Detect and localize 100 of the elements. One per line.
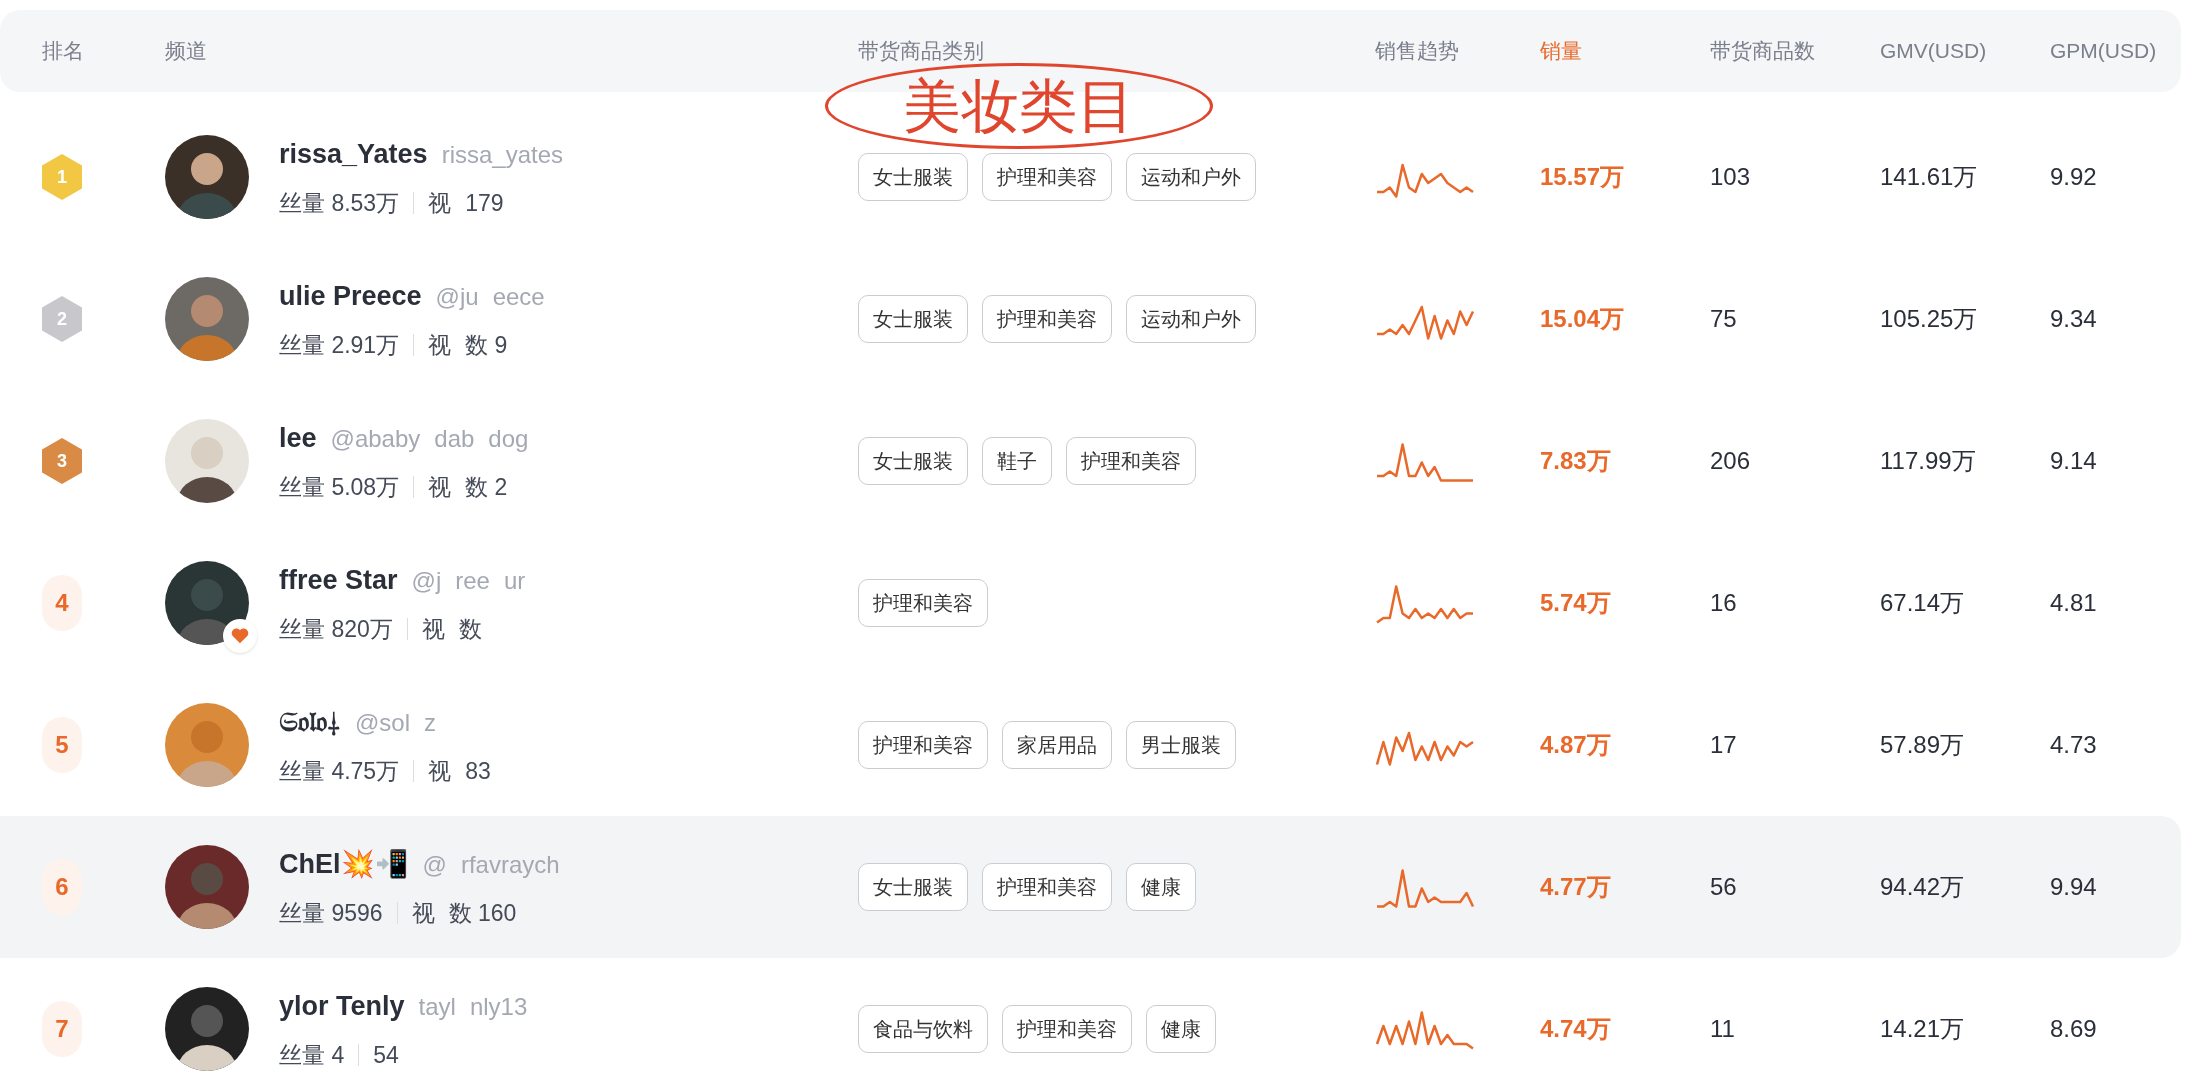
channel-name[interactable]: rissa_Yates — [279, 133, 428, 174]
video-count: 视 — [421, 615, 445, 644]
channel-handle: rissa_yates — [441, 139, 564, 170]
sales-value: 15.57万 — [1540, 162, 1626, 192]
sales-value: 15.04万 — [1540, 304, 1626, 334]
category-tag: 护理和美容 — [982, 153, 1112, 201]
column-header: 频道 — [165, 38, 208, 65]
gpm-value: 8.69 — [2050, 1014, 2098, 1044]
channel-name[interactable]: ulie Preece — [279, 275, 422, 316]
category-tag: 护理和美容 — [982, 295, 1112, 343]
gmv-value: 141.61万 — [1880, 162, 1979, 192]
table-row[interactable]: 6 ChEl💥📲 @ rfavraych 丝量 9596 视 数 160 女士服装 护理和美容 健康 4.77万 56 94.42万 9.94 — [0, 816, 2181, 958]
category-tag: 男士服装 — [1126, 721, 1236, 769]
follower-count: 丝量 820万 — [279, 615, 393, 644]
channel-name[interactable]: ffree Star — [279, 559, 398, 600]
video-count: 数 160 — [448, 899, 517, 928]
sales-value: 4.74万 — [1540, 1014, 1612, 1044]
rank-number: 5 — [42, 717, 82, 773]
gpm-value: 4.73 — [2050, 730, 2098, 760]
category-tag: 女士服装 — [858, 295, 968, 343]
sales-value: 4.77万 — [1540, 872, 1612, 902]
category-tag: 女士服装 — [858, 863, 968, 911]
gmv-value: 57.89万 — [1880, 730, 1966, 760]
category-tag: 健康 — [1126, 863, 1196, 911]
product-count: 56 — [1710, 872, 1738, 902]
video-count: 54 — [373, 1041, 399, 1070]
video-count: 视 — [428, 189, 452, 218]
video-count: 83 — [465, 757, 491, 786]
rank-number: 6 — [42, 859, 82, 915]
category-tag: 护理和美容 — [1066, 437, 1196, 485]
product-count: 17 — [1710, 730, 1738, 760]
channel-name[interactable]: ylor Tenly — [279, 985, 405, 1026]
rank-number: 4 — [42, 575, 82, 631]
gpm-value: 9.34 — [2050, 304, 2098, 334]
rank-number: 7 — [42, 1001, 82, 1057]
gmv-value: 67.14万 — [1880, 588, 1966, 618]
follower-count: 丝量 8.53万 — [279, 189, 400, 218]
channel-handle: ree — [455, 565, 490, 596]
video-count: 视 — [428, 473, 452, 502]
gpm-value: 4.81 — [2050, 588, 2098, 618]
video-count: 视 — [411, 899, 435, 928]
category-tag: 家居用品 — [1002, 721, 1112, 769]
column-header: 销售趋势 — [1375, 38, 1460, 65]
column-header: 带货商品类别 — [858, 38, 985, 65]
category-tag: 食品与饮料 — [858, 1005, 988, 1053]
category-tag: 健康 — [1146, 1005, 1216, 1053]
video-count: 视 — [428, 331, 452, 360]
category-tag: 女士服装 — [858, 153, 968, 201]
video-count: 视 — [428, 757, 452, 786]
column-header: GMV(USD) — [1880, 38, 1988, 65]
channel-name[interactable]: ChEl💥📲 — [279, 843, 409, 884]
follower-count: 丝量 4 — [279, 1041, 345, 1070]
channel-handle: @ju — [435, 281, 479, 312]
sales-value: 7.83万 — [1540, 446, 1612, 476]
follower-count: 丝量 9596 — [279, 899, 383, 928]
follower-count: 丝量 5.08万 — [279, 473, 400, 502]
product-count: 16 — [1710, 588, 1738, 618]
follower-count: 丝量 2.91万 — [279, 331, 400, 360]
channel-handle: dab — [434, 423, 475, 454]
channel-handle: @ — [422, 849, 447, 880]
column-header: 带货商品数 — [1710, 38, 1816, 65]
column-header: 排名 — [42, 38, 85, 65]
category-tag: 运动和户外 — [1126, 295, 1256, 343]
category-tag: 鞋子 — [982, 437, 1052, 485]
channel-name[interactable]: 𝔖𝔬𝔩𝔬⸸ — [279, 701, 341, 742]
channel-handle: tayl — [418, 991, 456, 1022]
category-tag: 女士服装 — [858, 437, 968, 485]
rank-medal: 3 — [42, 438, 82, 484]
column-header: 销量 — [1540, 38, 1583, 65]
gmv-value: 94.42万 — [1880, 872, 1966, 902]
channel-handle: ur — [503, 565, 526, 596]
product-count: 75 — [1710, 304, 1738, 334]
gpm-value: 9.92 — [2050, 162, 2098, 192]
gpm-value: 9.94 — [2050, 872, 2098, 902]
category-tag: 护理和美容 — [858, 579, 988, 627]
product-count: 11 — [1710, 1014, 1736, 1044]
channel-handle: eece — [492, 281, 545, 312]
channel-handle: @ababy — [330, 423, 421, 454]
channel-handle: dog — [488, 423, 529, 454]
channel-handle: rfavraych — [460, 849, 560, 880]
video-count: 数 9 — [465, 331, 508, 360]
channel-name[interactable]: lee — [279, 417, 317, 458]
video-count: 179 — [465, 189, 504, 218]
gmv-value: 14.21万 — [1880, 1014, 1966, 1044]
channel-handle: @j — [411, 565, 442, 596]
category-tag: 护理和美容 — [1002, 1005, 1132, 1053]
follower-count: 丝量 4.75万 — [279, 757, 400, 786]
video-count: 数 — [458, 615, 482, 644]
gmv-value: 105.25万 — [1880, 304, 1979, 334]
channel-handle: nly13 — [469, 991, 528, 1022]
sales-value: 4.87万 — [1540, 730, 1612, 760]
gpm-value: 9.14 — [2050, 446, 2098, 476]
video-count: 数 2 — [465, 473, 508, 502]
product-count: 103 — [1710, 162, 1752, 192]
sales-value: 5.74万 — [1540, 588, 1612, 618]
gmv-value: 117.99万 — [1880, 446, 1977, 476]
channel-handle: z — [424, 707, 437, 738]
category-tag: 护理和美容 — [982, 863, 1112, 911]
channel-handle: @sol — [355, 707, 411, 738]
product-count: 206 — [1710, 446, 1752, 476]
